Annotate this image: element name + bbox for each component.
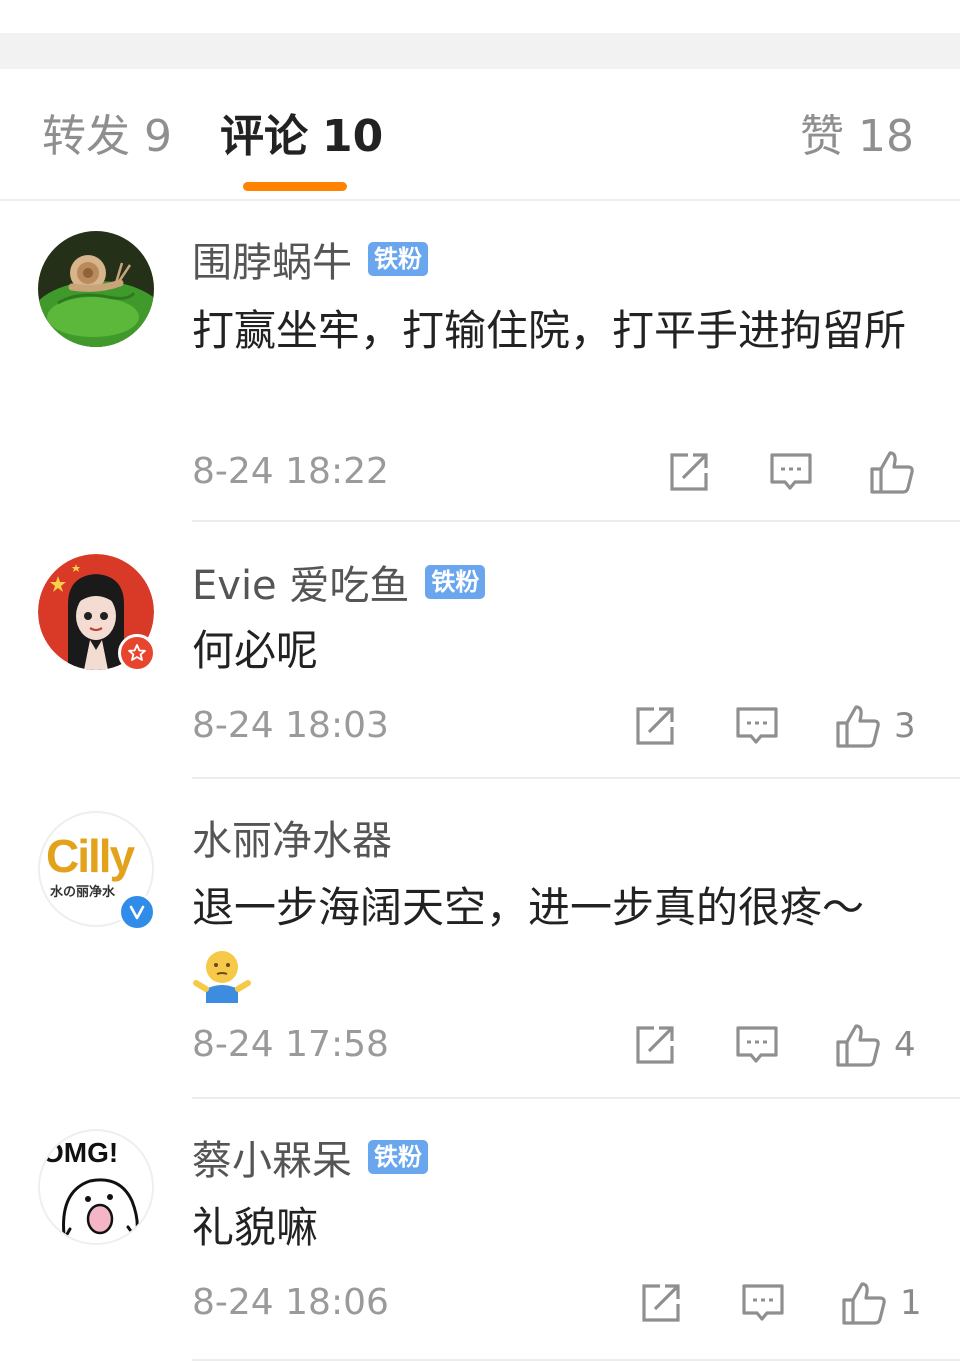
- reply-button[interactable]: [734, 698, 780, 754]
- username[interactable]: 蔡小槑呆: [192, 1128, 352, 1186]
- like-button[interactable]: [868, 444, 928, 500]
- thumbs-up-icon: [836, 705, 880, 748]
- repost-icon: [670, 453, 708, 491]
- username-row: 围脖蜗牛 铁粉: [192, 230, 428, 288]
- tab-reposts-count: 9: [144, 111, 172, 162]
- tab-likes-label: 赞: [800, 111, 844, 162]
- comment-meta: 8-24 17:58 4: [192, 1017, 918, 1073]
- avatar[interactable]: Cilly 水の丽净水: [38, 811, 156, 931]
- comment-icon: [736, 1026, 778, 1063]
- comment-time: 8-24 18:06: [192, 1282, 389, 1323]
- verified-badge-icon: [118, 893, 156, 931]
- comment-time: 8-24 17:58: [192, 1024, 389, 1065]
- fan-badge: 铁粉: [425, 565, 486, 599]
- like-count: 1: [900, 1283, 922, 1323]
- comment-meta: 8-24 18:06 1: [192, 1275, 922, 1331]
- star-badge-icon: [118, 634, 156, 672]
- comment-text: 何必呢: [192, 626, 319, 675]
- top-strip: [0, 0, 960, 33]
- comment-text: 打赢坐牢，打输住院，打平手进拘留所: [192, 306, 907, 355]
- username[interactable]: 水丽净水器: [192, 808, 392, 866]
- avatar-logo-subtext: 水の丽净水: [50, 885, 116, 900]
- repost-button[interactable]: [632, 1017, 678, 1073]
- cartoon-face-icon: [60, 1178, 140, 1243]
- tab-reposts-label: 转发: [42, 111, 130, 162]
- avatar-logo-text: Cilly: [46, 830, 135, 882]
- repost-icon: [636, 707, 674, 745]
- comment-icon: [736, 707, 778, 744]
- comment-meta: 8-24 18:22: [192, 444, 918, 500]
- username-row: 蔡小槑呆 铁粉: [192, 1128, 428, 1186]
- repost-button[interactable]: [666, 444, 712, 500]
- tab-bar: 转发 9 评论 10 赞 18: [0, 69, 960, 201]
- section-divider: [0, 33, 960, 69]
- comment-meta: 8-24 18:03 3: [192, 698, 918, 754]
- fan-badge: 铁粉: [368, 1140, 428, 1174]
- tab-likes-count: 18: [858, 111, 914, 162]
- repost-button[interactable]: [632, 698, 678, 754]
- like-button[interactable]: 4: [834, 1017, 916, 1073]
- thumbs-up-icon: [836, 1024, 880, 1067]
- shrug-emoji-icon: [193, 951, 251, 1003]
- reply-button[interactable]: [734, 1017, 780, 1073]
- comment-list: 围脖蜗牛 铁粉 打赢坐牢，打输住院，打平手进拘留所 8-24 18:22 Evi…: [0, 201, 960, 1361]
- repost-button[interactable]: [638, 1275, 684, 1331]
- active-tab-indicator: [243, 182, 347, 191]
- username-row: 水丽净水器: [192, 808, 392, 866]
- tab-comments[interactable]: 评论 10: [220, 109, 383, 165]
- fan-badge: 铁粉: [368, 242, 428, 276]
- repost-icon: [636, 1026, 674, 1064]
- avatar[interactable]: [38, 231, 154, 347]
- comment-text-body: 退一步海阔天空，进一步真的很疼～: [192, 883, 865, 932]
- tab-reposts[interactable]: 转发 9: [42, 109, 172, 165]
- like-button[interactable]: 3: [834, 698, 916, 754]
- comment-item: Evie 爱吃鱼 铁粉 何必呢 8-24 18:03 3: [0, 522, 960, 779]
- username[interactable]: 围脖蜗牛: [192, 230, 352, 288]
- repost-icon: [642, 1284, 680, 1322]
- thumbs-up-icon: [870, 451, 914, 494]
- avatar[interactable]: [38, 554, 156, 672]
- snail-avatar-icon: [38, 231, 154, 347]
- like-count: 3: [894, 706, 916, 746]
- avatar[interactable]: OMG!: [38, 1129, 154, 1245]
- comment-text: 礼貌嘛: [192, 1203, 319, 1252]
- comment-icon: [742, 1284, 784, 1321]
- tab-likes[interactable]: 赞 18: [800, 109, 914, 165]
- thumbs-up-icon: [842, 1282, 886, 1325]
- comment-text: 退一步海阔天空，进一步真的很疼～: [192, 875, 932, 1005]
- comment-item: OMG! 蔡小槑呆 铁粉 礼貌嘛 8-24 18:06 1: [0, 1099, 960, 1361]
- username[interactable]: Evie 爱吃鱼: [192, 553, 409, 611]
- tab-comments-count: 10: [322, 111, 384, 162]
- comment-icon: [770, 453, 812, 490]
- reply-button[interactable]: [740, 1275, 786, 1331]
- tab-comments-label: 评论: [220, 111, 308, 162]
- like-count: 4: [894, 1025, 916, 1065]
- comment-time: 8-24 18:03: [192, 705, 389, 746]
- omg-cartoon-avatar-icon: OMG!: [38, 1129, 154, 1245]
- username-row: Evie 爱吃鱼 铁粉: [192, 553, 486, 611]
- comment-item: Cilly 水の丽净水 水丽净水器 退一步海阔天空，进一步真的很疼～ 8-24 …: [0, 779, 960, 1099]
- comment-time: 8-24 18:22: [192, 451, 389, 492]
- comment-item: 围脖蜗牛 铁粉 打赢坐牢，打输住院，打平手进拘留所 8-24 18:22: [0, 201, 960, 522]
- reply-button[interactable]: [768, 444, 814, 500]
- like-button[interactable]: 1: [840, 1275, 922, 1331]
